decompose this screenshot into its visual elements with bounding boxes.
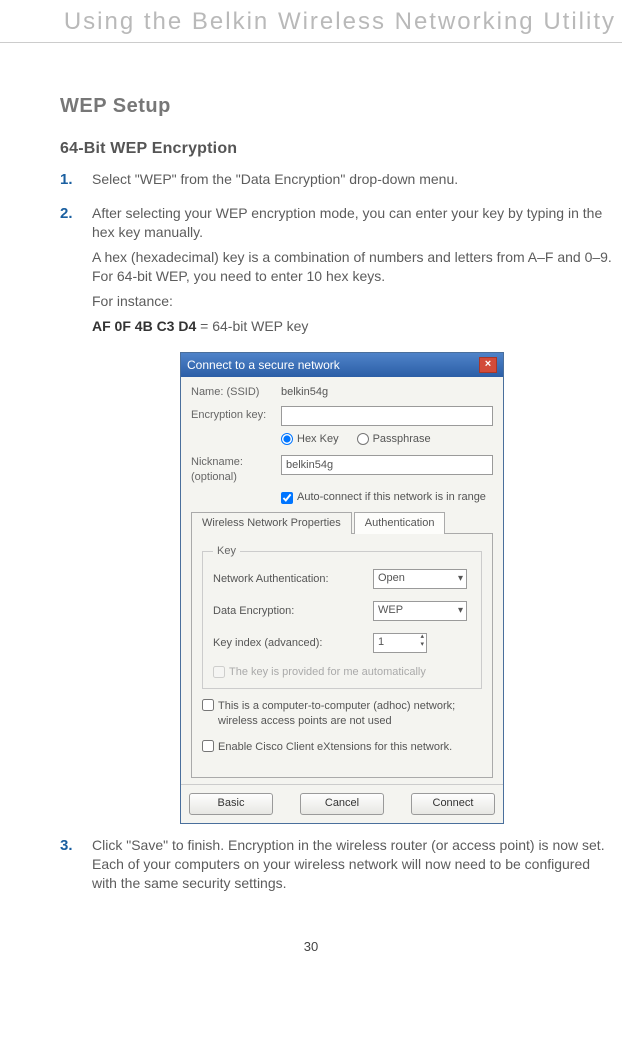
step-3: 3. Click "Save" to finish. Encryption in… bbox=[60, 836, 612, 899]
section-title: WEP Setup bbox=[60, 93, 612, 120]
adhoc-row[interactable]: This is a computer-to-computer (adhoc) n… bbox=[202, 699, 482, 729]
autoconnect-label: Auto-connect if this network is in range bbox=[297, 490, 486, 505]
step-number: 2. bbox=[60, 204, 92, 341]
tab-strip: Wireless Network Properties Authenticati… bbox=[191, 511, 493, 534]
ssid-value: belkin54g bbox=[281, 385, 328, 400]
step-body: After selecting your WEP encryption mode… bbox=[92, 204, 612, 341]
step-number: 1. bbox=[60, 170, 92, 195]
step-body: Select "WEP" from the "Data Encryption" … bbox=[92, 170, 458, 195]
key-index-row: Key index (advanced): 1 bbox=[213, 633, 471, 653]
key-index-spinner[interactable]: 1 bbox=[373, 633, 427, 653]
step-body: Click "Save" to finish. Encryption in th… bbox=[92, 836, 612, 899]
dialog-button-bar: Basic Cancel Connect bbox=[181, 784, 503, 823]
dialog-screenshot: Connect to a secure network × Name: (SSI… bbox=[180, 352, 612, 824]
wep-key-bold: AF 0F 4B C3 D4 bbox=[92, 318, 196, 334]
pass-radio-input[interactable] bbox=[357, 433, 369, 445]
step2-p3: For instance: bbox=[92, 292, 612, 311]
wep-key-rest: = 64-bit WEP key bbox=[196, 318, 308, 334]
dialog-title-text: Connect to a secure network bbox=[187, 357, 340, 373]
dialog-body: Name: (SSID) belkin54g Encryption key: H… bbox=[181, 377, 503, 784]
data-enc-select[interactable]: WEP bbox=[373, 601, 467, 621]
key-legend: Key bbox=[213, 544, 240, 559]
cancel-button[interactable]: Cancel bbox=[300, 793, 384, 815]
page-number: 30 bbox=[0, 939, 622, 954]
adhoc-label: This is a computer-to-computer (adhoc) n… bbox=[218, 699, 482, 729]
net-auth-label: Network Authentication: bbox=[213, 572, 373, 587]
nickname-label: Nickname: (optional) bbox=[191, 455, 281, 485]
dialog-window: Connect to a secure network × Name: (SSI… bbox=[180, 352, 504, 824]
hex-radio-input[interactable] bbox=[281, 433, 293, 445]
net-auth-row: Network Authentication: Open bbox=[213, 569, 471, 589]
key-fieldset: Key Network Authentication: Open Data En… bbox=[202, 544, 482, 689]
steps-list: 1. Select "WEP" from the "Data Encryptio… bbox=[60, 170, 612, 342]
nickname-label-text: Nickname: bbox=[191, 456, 243, 468]
adhoc-checkbox[interactable] bbox=[202, 699, 214, 711]
hex-key-radio[interactable]: Hex Key bbox=[281, 432, 339, 447]
cisco-row[interactable]: Enable Cisco Client eXtensions for this … bbox=[202, 740, 482, 755]
sub-heading: 64-Bit WEP Encryption bbox=[60, 138, 612, 160]
data-enc-label: Data Encryption: bbox=[213, 604, 373, 619]
auto-key-checkbox bbox=[213, 666, 225, 678]
enc-key-label: Encryption key: bbox=[191, 408, 281, 423]
key-index-label: Key index (advanced): bbox=[213, 636, 373, 651]
key-type-radios: Hex Key Passphrase bbox=[281, 432, 493, 447]
step2-p1: After selecting your WEP encryption mode… bbox=[92, 204, 612, 242]
autoconnect-row[interactable]: Auto-connect if this network is in range bbox=[281, 490, 493, 505]
tab-authentication[interactable]: Authentication bbox=[354, 512, 446, 534]
content-area: WEP Setup 64-Bit WEP Encryption 1. Selec… bbox=[0, 43, 622, 899]
ssid-label: Name: (SSID) bbox=[191, 385, 281, 400]
steps-list-continued: 3. Click "Save" to finish. Encryption in… bbox=[60, 836, 612, 899]
enc-key-input[interactable] bbox=[281, 406, 493, 426]
data-enc-row: Data Encryption: WEP bbox=[213, 601, 471, 621]
step2-p4: AF 0F 4B C3 D4 = 64-bit WEP key bbox=[92, 317, 612, 336]
passphrase-radio[interactable]: Passphrase bbox=[357, 432, 431, 447]
hex-radio-label: Hex Key bbox=[297, 432, 339, 447]
cisco-label: Enable Cisco Client eXtensions for this … bbox=[218, 740, 452, 755]
step-number: 3. bbox=[60, 836, 92, 899]
auto-key-label: The key is provided for me automatically bbox=[229, 665, 426, 680]
ssid-row: Name: (SSID) belkin54g bbox=[191, 385, 493, 400]
autoconnect-checkbox[interactable] bbox=[281, 492, 293, 504]
cisco-checkbox[interactable] bbox=[202, 740, 214, 752]
step1-text: Select "WEP" from the "Data Encryption" … bbox=[92, 170, 458, 189]
net-auth-select[interactable]: Open bbox=[373, 569, 467, 589]
nickname-row: Nickname: (optional) bbox=[191, 455, 493, 485]
tab-pane: Key Network Authentication: Open Data En… bbox=[191, 534, 493, 778]
step-1: 1. Select "WEP" from the "Data Encryptio… bbox=[60, 170, 612, 195]
enc-key-row: Encryption key: bbox=[191, 406, 493, 426]
connect-button[interactable]: Connect bbox=[411, 793, 495, 815]
page-header: Using the Belkin Wireless Networking Uti… bbox=[0, 0, 622, 36]
pass-radio-label: Passphrase bbox=[373, 432, 431, 447]
step2-p2: A hex (hexadecimal) key is a combination… bbox=[92, 248, 612, 286]
nickname-input[interactable] bbox=[281, 455, 493, 475]
nickname-sub: (optional) bbox=[191, 471, 237, 483]
auto-key-row: The key is provided for me automatically bbox=[213, 665, 471, 680]
basic-button[interactable]: Basic bbox=[189, 793, 273, 815]
dialog-titlebar: Connect to a secure network × bbox=[181, 353, 503, 377]
close-icon[interactable]: × bbox=[479, 357, 497, 373]
page-title: Using the Belkin Wireless Networking Uti… bbox=[0, 8, 616, 36]
step-2: 2. After selecting your WEP encryption m… bbox=[60, 204, 612, 341]
tab-wireless-properties[interactable]: Wireless Network Properties bbox=[191, 512, 352, 534]
step3-text: Click "Save" to finish. Encryption in th… bbox=[92, 836, 612, 893]
